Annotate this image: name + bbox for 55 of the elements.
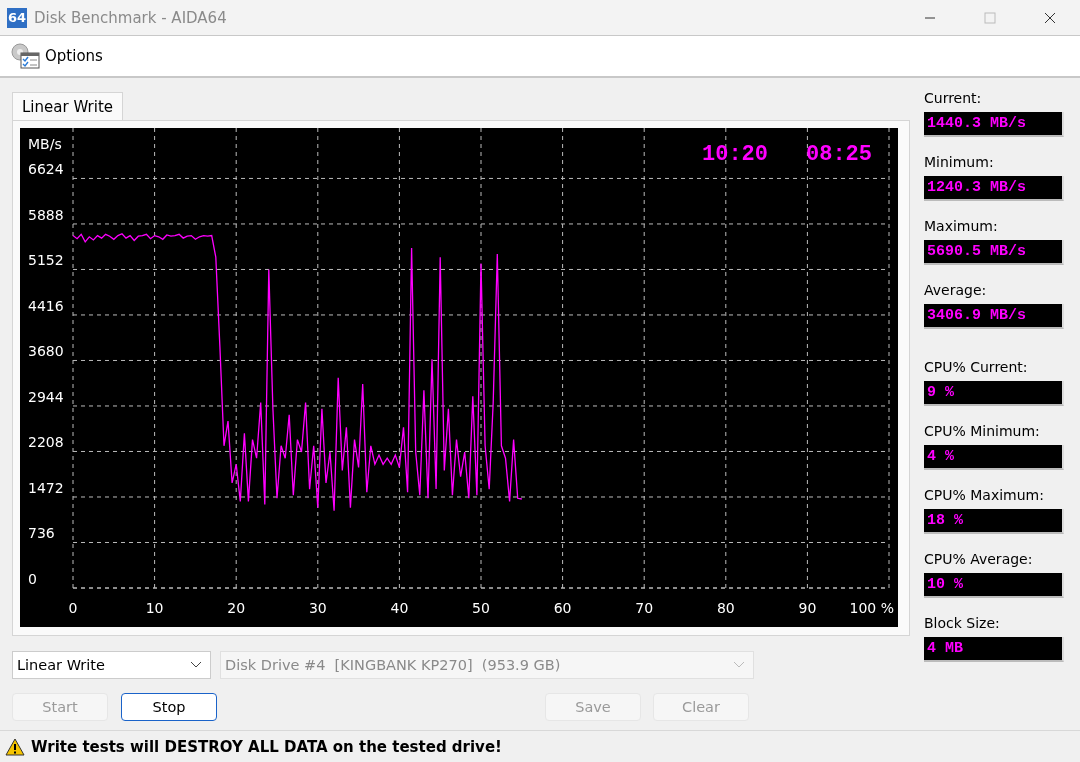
stat-label: Minimum: (924, 154, 995, 172)
options-menu[interactable]: Options (9, 39, 107, 73)
caret-icon (733, 661, 745, 669)
caret-icon (190, 661, 202, 669)
y-tick-label: 0 (28, 571, 37, 587)
y-tick-label: 736 (28, 525, 55, 542)
warning-icon (5, 737, 25, 756)
stat-label: CPU% Average: (924, 551, 1034, 569)
warning-message: Write tests will DESTROY ALL DATA on the tested drive! (31, 737, 502, 756)
stat-value: 3406.9 MB/s (924, 304, 1064, 329)
stat-label: Average: (924, 282, 988, 300)
axis-unit-label: MB/s (28, 136, 62, 152)
stat-label: CPU% Minimum: (924, 423, 1041, 441)
stat-value: 10 % (924, 573, 1064, 598)
button[interactable]: Stop (121, 693, 217, 721)
stat-value: 1440.3 MB/s (924, 112, 1064, 137)
x-tick-label: 50 (472, 600, 490, 616)
close-icon (1044, 11, 1056, 24)
timer-text: 10:20 (702, 142, 768, 167)
stat-value: 18 % (924, 509, 1064, 534)
y-tick-label: 4416 (28, 297, 64, 314)
x-tick-label: 60 (553, 600, 572, 616)
x-tick-label: 40 (390, 600, 409, 616)
x-tick-label: 70 (635, 600, 654, 616)
y-tick-label: 5152 (28, 252, 64, 269)
x-tick-label: 100 % (849, 600, 894, 616)
app-logo: 64 (7, 7, 27, 28)
stat-label: CPU% Current: (924, 359, 1029, 377)
y-tick-label: 6624 (28, 161, 64, 178)
stat-label: Maximum: (924, 218, 999, 236)
x-tick-label: 10 (145, 600, 164, 616)
stat-value: 9 % (924, 381, 1064, 406)
timer-text: 08:25 (806, 142, 872, 167)
x-tick-label: 80 (716, 600, 735, 616)
x-tick-label: 30 (308, 600, 327, 616)
y-tick-label: 2208 (28, 434, 64, 451)
stat-label: Current: (924, 90, 983, 108)
dropdown[interactable]: Linear Write (12, 651, 211, 679)
stat-value: 5690.5 MB/s (924, 240, 1064, 265)
stat-value: 4 % (924, 445, 1064, 470)
y-tick-label: 2944 (28, 389, 64, 405)
stat-value: 4 MB (924, 637, 1064, 662)
x-tick-label: 90 (798, 600, 817, 616)
stat-label: Block Size: (924, 615, 1001, 633)
maximize-icon (984, 11, 996, 24)
y-tick-label: 1472 (28, 480, 64, 496)
options-icon (9, 41, 41, 71)
x-tick-label: 0 (68, 600, 78, 616)
window-title: Disk Benchmark - AIDA64 (34, 8, 227, 27)
y-tick-label: 5888 (28, 206, 64, 223)
x-tick-label: 20 (227, 600, 246, 616)
stat-value: 1240.3 MB/s (924, 176, 1064, 201)
stat-label: CPU% Maximum: (924, 487, 1045, 505)
tab[interactable]: Linear Write (12, 92, 123, 120)
y-tick-label: 3680 (28, 343, 64, 360)
